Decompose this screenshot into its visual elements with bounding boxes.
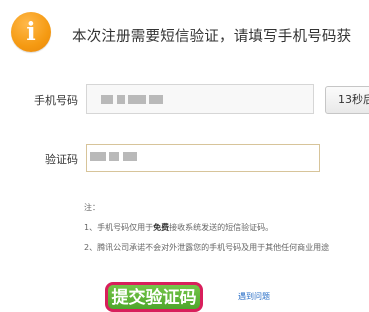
- notes-title: 注：: [84, 203, 100, 212]
- redacted-text: [109, 152, 119, 161]
- phone-number-field[interactable]: [86, 84, 314, 114]
- help-link[interactable]: 遇到问题: [238, 291, 270, 302]
- redacted-text: [128, 95, 146, 104]
- redacted-text: [149, 95, 163, 104]
- resend-countdown-button[interactable]: 13秒后: [325, 86, 369, 114]
- note-item: 2、腾讯公司承诺不会对外泄露您的手机号码及用于其他任何商业用途: [84, 243, 330, 252]
- redacted-text: [90, 152, 106, 161]
- verification-code-field[interactable]: [86, 144, 320, 172]
- redacted-text: [117, 95, 125, 104]
- notes-section: 注： 1、手机号码仅用于免费接收系统发送的短信验证码。 2、腾讯公司承诺不会对外…: [84, 202, 329, 262]
- redacted-text: [101, 95, 113, 104]
- code-label: 验证码: [45, 153, 78, 166]
- info-glyph: i: [26, 17, 36, 46]
- redacted-text: [123, 152, 137, 161]
- submit-code-button[interactable]: 提交验证码: [105, 282, 203, 312]
- phone-label: 手机号码: [34, 94, 78, 107]
- page-heading: 本次注册需要短信验证，请填写手机号码获: [72, 29, 352, 45]
- note-item: 1、手机号码仅用于免费接收系统发送的短信验证码。: [84, 223, 274, 232]
- info-icon: i: [11, 12, 51, 52]
